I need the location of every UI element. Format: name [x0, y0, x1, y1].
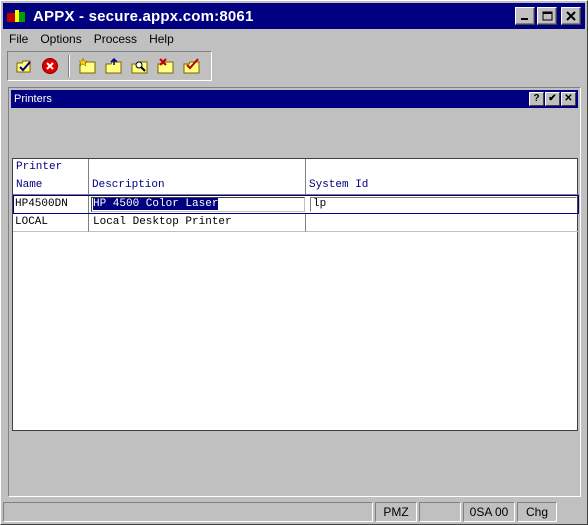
cell-system-id[interactable] [306, 214, 579, 232]
column-header-printer-name[interactable]: Printer Name [13, 159, 89, 195]
status-mode: Chg [517, 502, 557, 522]
window-title: APPX - secure.appx.com:8061 [33, 7, 254, 25]
column-header-line2: Name [16, 179, 43, 191]
title-bar[interactable]: APPX - secure.appx.com:8061 [3, 3, 585, 29]
delete-button[interactable] [156, 56, 176, 76]
selected-text: HP 4500 Color Laser [93, 198, 219, 210]
cell-printer-name[interactable]: HP4500DN [13, 196, 89, 214]
checklist-folder-icon [183, 58, 200, 74]
status-bar: PMZ 0SA 00 Chg [3, 502, 585, 522]
search-folder-icon [131, 61, 148, 74]
ok-button[interactable]: ✔ [545, 92, 560, 106]
printers-grid: Printer Name Description System Id HP450… [12, 158, 579, 431]
status-message [3, 502, 373, 522]
menu-options[interactable]: Options [34, 32, 87, 46]
menu-process[interactable]: Process [88, 32, 143, 46]
status-user: PMZ [375, 502, 417, 522]
printers-title: Printers [14, 93, 52, 105]
printers-window: Printers ? ✔ ✕ Printer Name Description … [8, 87, 581, 497]
close-button[interactable] [561, 7, 581, 25]
column-header-line2: System Id [309, 179, 369, 191]
column-header-line2: Description [92, 179, 165, 191]
app-window: APPX - secure.appx.com:8061 File Options… [0, 0, 588, 525]
new-folder-icon [79, 57, 96, 74]
column-header-line1: Printer [16, 161, 63, 173]
cancel-button[interactable] [40, 56, 60, 76]
maximize-icon [542, 11, 552, 21]
delete-folder-icon [157, 58, 174, 74]
child-close-button[interactable]: ✕ [561, 92, 576, 106]
accept-button[interactable] [14, 56, 34, 76]
description-edit-field[interactable]: HP 4500 Color Laser [91, 197, 305, 212]
close-icon [566, 11, 576, 21]
checklist-button[interactable] [182, 56, 202, 76]
system-id-field[interactable]: lp [310, 197, 577, 212]
status-empty [419, 502, 461, 522]
check-folder-icon [16, 60, 31, 73]
new-button[interactable] [78, 56, 98, 76]
toolbar [7, 51, 212, 81]
menu-file[interactable]: File [3, 32, 34, 46]
printers-title-bar[interactable]: Printers ? ✔ ✕ [11, 90, 578, 108]
maximize-button[interactable] [537, 7, 557, 25]
cell-description[interactable]: Local Desktop Printer [89, 214, 306, 232]
minimize-button[interactable] [515, 7, 535, 25]
cancel-icon [42, 58, 58, 74]
column-header-system-id[interactable]: System Id [306, 159, 579, 195]
minimize-icon [521, 18, 528, 20]
open-folder-icon [105, 57, 122, 74]
open-button[interactable] [104, 56, 124, 76]
status-session: 0SA 00 [463, 502, 515, 522]
help-button[interactable]: ? [529, 92, 544, 106]
cell-printer-name[interactable]: LOCAL [13, 214, 89, 232]
size-grip[interactable] [559, 502, 583, 522]
toolbar-separator [68, 55, 70, 77]
search-button[interactable] [130, 56, 150, 76]
menu-help[interactable]: Help [143, 32, 180, 46]
menu-bar: File Options Process Help [3, 30, 180, 48]
column-header-description[interactable]: Description [89, 159, 306, 195]
appx-logo-icon [7, 8, 27, 24]
